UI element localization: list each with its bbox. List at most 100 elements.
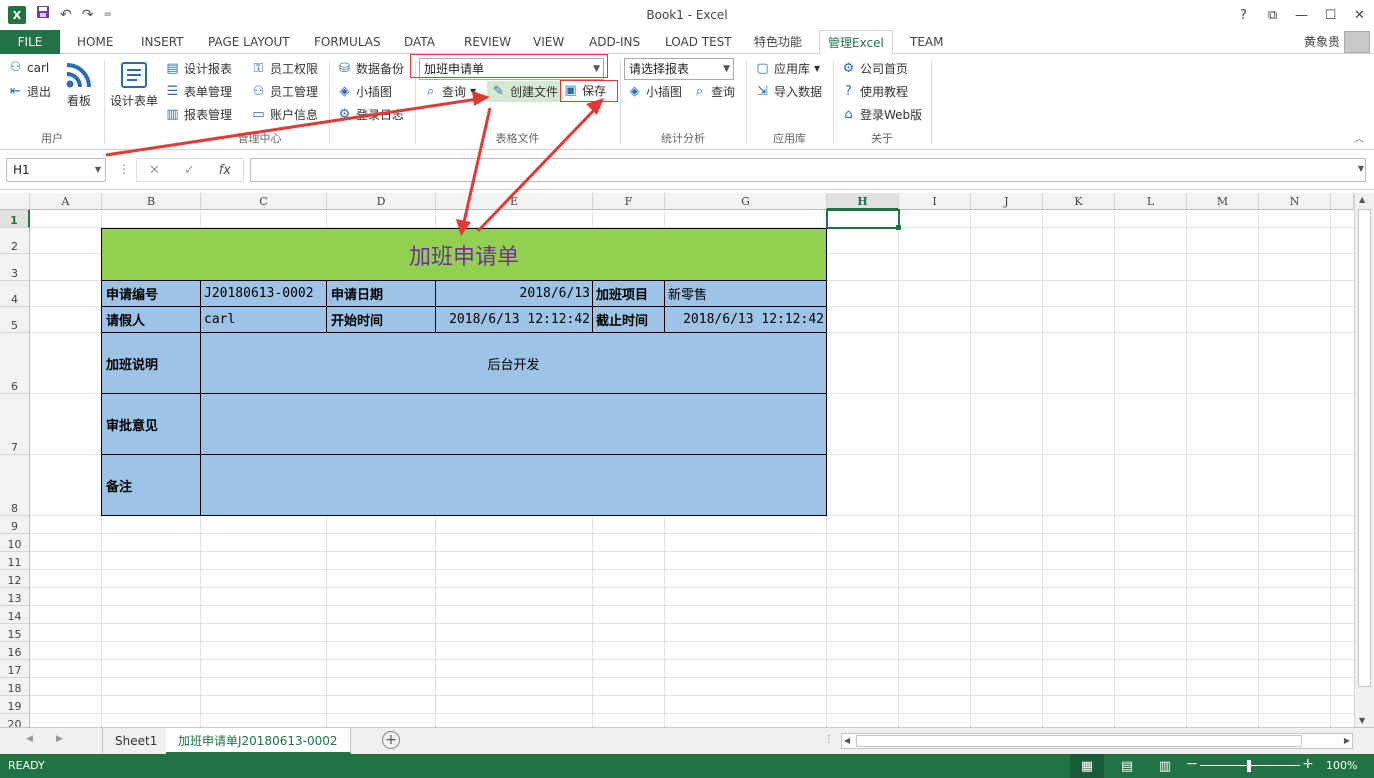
app-no-value[interactable]: J20180613-0002 — [200, 280, 327, 307]
stats-plugin-button[interactable]: ◈ 小插图 — [627, 83, 683, 100]
form-mgmt-button[interactable]: ☰ 表单管理 — [165, 83, 232, 100]
selected-cell-h1[interactable] — [826, 209, 900, 229]
report-select[interactable]: 请选择报表 ▼ — [624, 58, 734, 80]
row-header[interactable]: 2 — [0, 228, 30, 254]
cancel-formula-icon[interactable]: ✕ — [149, 163, 160, 178]
scroll-up-icon[interactable]: ▲ — [1359, 195, 1365, 204]
normal-view-icon[interactable]: ▦ — [1070, 754, 1104, 778]
row-header[interactable]: 4 — [0, 281, 30, 307]
person-value[interactable]: carl — [200, 306, 327, 333]
collapse-ribbon-icon[interactable]: ︿ — [1354, 130, 1364, 145]
spreadsheet-grid[interactable]: A B C D E F G H I J K L M N 1 2 3 4 5 6 … — [0, 193, 1354, 727]
small-plugin-button[interactable]: ◈ 小插图 — [337, 83, 393, 100]
column-header[interactable]: D — [327, 193, 436, 210]
undo-icon[interactable]: ↶ — [60, 0, 72, 30]
zoom-out-icon[interactable]: − — [1186, 756, 1198, 772]
prev-sheet-icon[interactable]: ◀ — [26, 734, 33, 744]
zoom-slider-thumb[interactable] — [1247, 760, 1251, 772]
row-header[interactable]: 7 — [0, 394, 30, 455]
account-info-button[interactable]: ▭ 账户信息 — [251, 106, 318, 123]
web-login-button[interactable]: ⌂ 登录Web版 — [841, 106, 922, 123]
column-header[interactable]: K — [1043, 193, 1115, 210]
tab-page-layout[interactable]: PAGE LAYOUT — [208, 30, 290, 54]
column-header[interactable]: L — [1115, 193, 1187, 210]
row-header[interactable]: 6 — [0, 333, 30, 394]
column-header-selected[interactable]: H — [827, 193, 899, 210]
scroll-down-icon[interactable]: ▼ — [1359, 716, 1365, 725]
enter-formula-icon[interactable]: ✓ — [184, 163, 195, 178]
close-icon[interactable]: ✕ — [1345, 0, 1374, 30]
fill-handle[interactable] — [896, 225, 901, 230]
row-header[interactable]: 11 — [0, 552, 30, 570]
formula-splitter-icon[interactable]: ⋮ — [118, 162, 130, 176]
user-name[interactable]: 黄象贵 — [1304, 30, 1340, 54]
insert-function-icon[interactable]: fx — [219, 163, 231, 178]
formula-input[interactable] — [250, 158, 1366, 182]
row-header[interactable]: 20 — [0, 714, 30, 727]
report-mgmt-button[interactable]: ▥ 报表管理 — [165, 106, 232, 123]
next-sheet-icon[interactable]: ▶ — [56, 734, 63, 744]
approval-value[interactable] — [200, 393, 827, 455]
row-header[interactable]: 14 — [0, 606, 30, 624]
row-header[interactable]: 19 — [0, 696, 30, 714]
help-icon[interactable]: ? — [1229, 0, 1258, 30]
logout-button[interactable]: ⇤ 退出 — [8, 83, 51, 100]
company-home-button[interactable]: ⚙ 公司首页 — [841, 60, 908, 77]
tab-formulas[interactable]: FORMULAS — [314, 30, 381, 54]
login-log-button[interactable]: ⚙ 登录日志 — [337, 106, 404, 123]
row-header[interactable]: 5 — [0, 307, 30, 333]
create-file-button[interactable]: ✎ 创建文件 — [487, 81, 563, 102]
name-box[interactable]: H1 ▼ — [6, 158, 106, 182]
row-header[interactable]: 8 — [0, 455, 30, 516]
avatar[interactable] — [1344, 31, 1370, 53]
vertical-scrollbar[interactable]: ▲ ▼ — [1354, 193, 1374, 727]
remark-label[interactable]: 备注 — [101, 454, 201, 516]
form-title[interactable]: 加班申请单 — [101, 228, 827, 281]
user-button[interactable]: ⚇ carl — [8, 60, 50, 75]
import-data-button[interactable]: ⇲ 导入数据 — [755, 83, 822, 100]
tab-load-test[interactable]: LOAD TEST — [665, 30, 732, 54]
board-button[interactable]: 看板 — [64, 60, 94, 109]
app-date-label[interactable]: 申请日期 — [326, 280, 436, 307]
tab-team[interactable]: TEAM — [910, 30, 943, 54]
row-header-selected[interactable]: 1 — [0, 210, 30, 228]
tab-review[interactable]: REVIEW — [464, 30, 511, 54]
project-label[interactable]: 加班项目 — [592, 280, 665, 307]
redo-icon[interactable]: ↷ — [82, 0, 94, 30]
end-label[interactable]: 截止时间 — [592, 306, 665, 333]
design-form-button[interactable]: 设计表单 — [110, 60, 158, 109]
ribbon-display-icon[interactable]: ⧉ — [1258, 0, 1287, 30]
stats-query-button[interactable]: ⌕ 查询 — [692, 83, 735, 100]
column-header[interactable]: I — [899, 193, 971, 210]
tab-home[interactable]: HOME — [77, 30, 113, 54]
tab-insert[interactable]: INSERT — [141, 30, 184, 54]
emp-perm-button[interactable]: ⚿ 员工权限 — [251, 60, 318, 77]
row-header[interactable]: 10 — [0, 534, 30, 552]
zoom-level[interactable]: 100% — [1326, 754, 1357, 778]
save-icon[interactable] — [36, 0, 50, 30]
app-store-button[interactable]: ▢ 应用库 ▼ — [755, 60, 820, 77]
column-header[interactable]: N — [1259, 193, 1331, 210]
remark-value[interactable] — [200, 454, 827, 516]
expand-formula-icon[interactable]: ▼ — [1358, 164, 1364, 173]
column-header[interactable]: G — [665, 193, 827, 210]
tab-data[interactable]: DATA — [404, 30, 435, 54]
design-report-button[interactable]: ▤ 设计报表 — [165, 60, 232, 77]
h-scroll-thumb[interactable] — [856, 735, 1302, 747]
desc-label[interactable]: 加班说明 — [101, 332, 201, 394]
data-backup-button[interactable]: ⛁ 数据备份 — [337, 60, 404, 77]
person-label[interactable]: 请假人 — [101, 306, 201, 333]
tab-splitter-icon[interactable]: ⋮ — [824, 734, 834, 745]
tutorial-button[interactable]: ? 使用教程 — [841, 83, 908, 100]
page-break-view-icon[interactable]: ▥ — [1150, 754, 1180, 778]
maximize-icon[interactable]: ☐ — [1316, 0, 1345, 30]
emp-mgmt-button[interactable]: ⚇ 员工管理 — [251, 83, 318, 100]
tab-manage-excel[interactable]: 管理Excel — [819, 30, 893, 55]
column-header[interactable]: M — [1187, 193, 1259, 210]
project-value[interactable]: 新零售 — [664, 280, 827, 307]
end-value[interactable]: 2018/6/13 12:12:42 — [664, 306, 827, 333]
column-header[interactable]: B — [102, 193, 201, 210]
select-all-corner[interactable] — [0, 193, 30, 210]
start-label[interactable]: 开始时间 — [326, 306, 436, 333]
zoom-in-icon[interactable]: + — [1302, 756, 1314, 772]
